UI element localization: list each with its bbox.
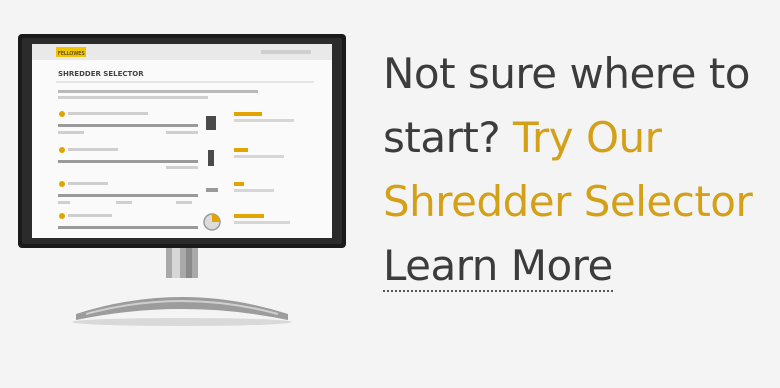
promo-text: Not sure where to start? Try Our Shredde… — [383, 42, 773, 298]
screen-badge: FELLOWES — [58, 51, 85, 57]
promo-line-2-prefix: start? — [383, 113, 501, 162]
screen-title: SHREDDER SELECTOR — [58, 70, 144, 78]
promo-line-1: Not sure where to — [383, 49, 750, 98]
promo-line-2: start? Try Our — [383, 106, 773, 170]
try-our-link[interactable]: Try Our — [513, 113, 662, 162]
learn-more-link[interactable]: Learn More — [383, 242, 613, 292]
shredder-selector-link[interactable]: Shredder Selector — [383, 170, 773, 234]
shredder-selector-promo: FELLOWES SHREDDER SELECTOR Not sure wher… — [0, 0, 780, 388]
monitor-icon[interactable]: FELLOWES SHREDDER SELECTOR — [16, 32, 348, 332]
